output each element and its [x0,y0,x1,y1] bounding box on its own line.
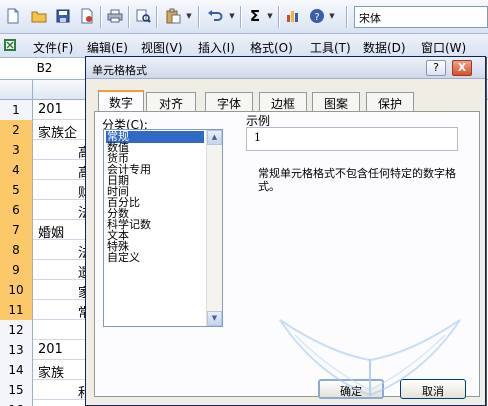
help-button[interactable]: ? [426,60,446,76]
menu-bar: 文件(F) 编辑(E) 视图(V) 插入(I) 格式(O) 工具(T) 数据(D… [0,34,488,58]
cell[interactable]: 201 [38,342,63,357]
scroll-up-icon[interactable]: ▲ [207,130,222,145]
paste-icon[interactable] [164,7,182,25]
row-header[interactable]: 2 [0,120,33,140]
scroll-down-icon[interactable]: ▼ [207,311,222,326]
new-file-icon[interactable] [4,7,22,25]
category-list[interactable]: 常规 数值 货币 会计专用 日期 时间 百分比 分数 科学记数 文本 特殊 自定… [103,129,223,327]
row-header[interactable]: 15 [0,380,33,400]
row-header[interactable]: 16 [0,400,33,406]
paste-dropdown-icon[interactable]: ▼ [185,7,193,25]
row-header[interactable]: 13 [0,340,33,360]
name-box[interactable]: B2 [0,58,90,80]
row-header[interactable]: 7 [0,220,33,240]
tab-patterns[interactable]: 图案 [312,92,360,111]
row-header[interactable]: 12 [0,320,33,340]
menu-format[interactable]: 格式(O) [250,39,293,56]
autosum-dropdown-icon[interactable]: ▼ [266,7,274,25]
ok-button[interactable]: 确定 [318,379,384,399]
open-folder-icon[interactable] [30,7,48,25]
svg-text:?: ? [314,12,319,23]
row-header[interactable]: 3 [0,140,33,160]
menubar-grip-icon [2,38,18,54]
row-header[interactable]: 10 [0,280,33,300]
format-cells-dialog: 单元格格式 ? X 数字 对齐 字体 边框 图案 保护 分类(C): 常规 数值… [85,56,486,406]
row-header[interactable]: 4 [0,160,33,180]
font-name-box[interactable]: 宋体 [354,6,488,28]
tab-protection[interactable]: 保护 [366,92,414,111]
row-header[interactable]: 14 [0,360,33,380]
category-description: 常规单元格格式不包含任何特定的数字格式。 [258,167,456,193]
tab-border[interactable]: 边框 [259,92,307,111]
tab-number[interactable]: 数字 [98,90,144,112]
row-header[interactable]: 8 [0,240,33,260]
row-header[interactable]: 9 [0,260,33,280]
tab-alignment[interactable]: 对齐 [146,92,196,111]
autosum-icon[interactable]: Σ [246,7,264,25]
research-icon[interactable] [134,7,152,25]
menu-view[interactable]: 视图(V) [141,39,183,56]
chart-icon[interactable] [284,7,302,25]
category-scrollbar[interactable]: ▲ ▼ [206,130,222,326]
dialog-title: 单元格格式 [92,64,147,77]
close-button[interactable]: X [452,60,472,76]
row-header[interactable]: 11 [0,300,33,320]
toolbar-options-icon[interactable]: ▼ [328,7,336,25]
menu-tools[interactable]: 工具(T) [310,39,351,56]
menu-edit[interactable]: 编辑(E) [87,39,128,56]
sample-preview: 1 [246,127,458,151]
menu-insert[interactable]: 插入(I) [198,39,235,56]
row-header[interactable]: 1 [0,100,33,120]
save-icon[interactable] [54,7,72,25]
cell[interactable]: 家族 [38,362,64,381]
dialog-titlebar[interactable]: 单元格格式 ? X [86,57,485,79]
select-all-corner[interactable] [0,80,33,99]
print-icon[interactable] [106,7,124,25]
row-header[interactable]: 5 [0,180,33,200]
cell[interactable]: 家族企 [38,122,77,141]
help-icon[interactable]: ? [308,7,326,25]
undo-dropdown-icon[interactable]: ▼ [228,7,236,25]
undo-icon[interactable] [206,7,224,25]
menu-file[interactable]: 文件(F) [33,39,73,56]
standard-toolbar: ▼ ▼ Σ ▼ ? ▼ 宋体 [0,0,488,34]
permission-icon[interactable] [78,7,96,25]
cell[interactable]: 201 [38,102,63,117]
cell[interactable]: 婚姻 [38,222,64,241]
row-header[interactable]: 6 [0,200,33,220]
cancel-button[interactable]: 取消 [400,379,466,399]
menu-data[interactable]: 数据(D) [363,39,406,56]
tab-font[interactable]: 字体 [205,92,253,111]
list-item[interactable]: 自定义 [106,252,204,264]
menu-window[interactable]: 窗口(W) [421,39,466,56]
